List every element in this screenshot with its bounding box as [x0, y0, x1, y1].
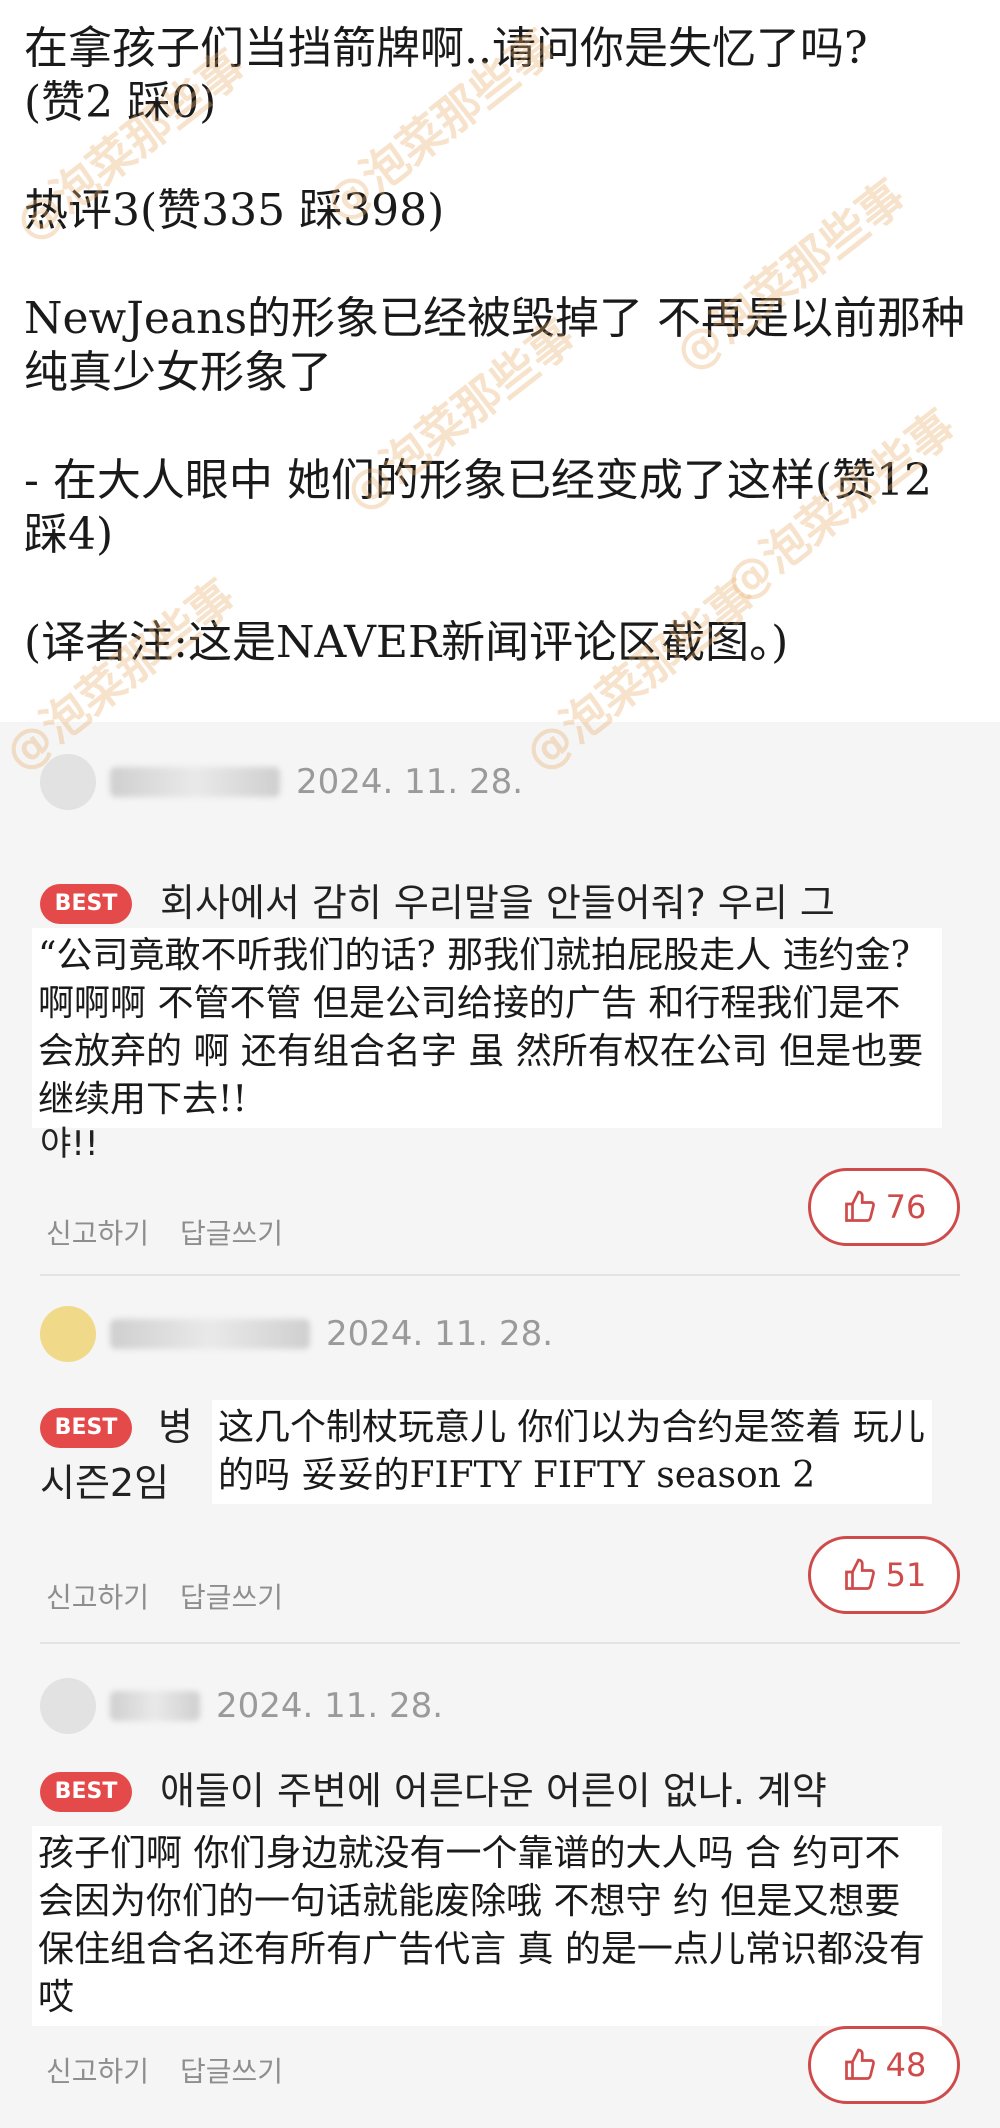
avatar-icon[interactable]: [40, 754, 96, 810]
avatar-icon[interactable]: [40, 1678, 96, 1734]
like-count: 51: [885, 1556, 927, 1594]
comment-korean-text: 시즌2임: [40, 1461, 170, 1505]
comment-date: 2024. 11. 28.: [216, 1686, 444, 1726]
avatar-icon[interactable]: [40, 1306, 96, 1362]
thumbs-up-icon: [844, 1558, 875, 1590]
thumbs-up-icon: [844, 1190, 875, 1222]
post-paragraph-3: NewJeans的形象已经被毁掉了 不再是以前那种纯真少女形象了: [24, 293, 966, 398]
comments-section: 2024. 11. 28. BEST 회사에서 감히 우리말을 안들어줘? 우리…: [0, 722, 1000, 2128]
post-paragraph-4: - 在大人眼中 她们的形象已经变成了这样(赞12 踩4): [24, 455, 946, 560]
like-button[interactable]: 51: [808, 1536, 960, 1614]
comment-actions: 신고하기 답글쓰기: [46, 1576, 305, 1616]
divider: [40, 1274, 960, 1276]
reply-button[interactable]: 답글쓰기: [180, 1581, 283, 1614]
comment-chinese-translation: “公司竟敢不听我们的话? 那我们就拍屁股走人 违约金? 啊啊啊 不管不管 但是公…: [32, 928, 942, 1128]
comment-korean-tail: 야!!: [40, 1124, 99, 1164]
divider: [40, 1642, 960, 1644]
username-blurred: [110, 1691, 200, 1721]
comment-korean-text: 병: [158, 1405, 193, 1449]
like-count: 76: [885, 1188, 927, 1226]
reply-button[interactable]: 답글쓰기: [180, 2055, 283, 2088]
post-line-2: (赞2 踩0): [24, 77, 217, 128]
thumbs-up-icon: [844, 2048, 875, 2080]
reply-button[interactable]: 답글쓰기: [180, 1217, 283, 1250]
comment-meta: 2024. 11. 28.: [40, 752, 523, 812]
like-count: 48: [885, 2046, 927, 2084]
comment-actions: 신고하기 답글쓰기: [46, 1212, 305, 1252]
report-button[interactable]: 신고하기: [46, 1217, 149, 1250]
report-button[interactable]: 신고하기: [46, 2055, 149, 2088]
post-line-1: 在拿孩子们当挡箭牌啊..请问你是失忆了吗?: [24, 23, 868, 74]
username-blurred: [110, 1319, 310, 1349]
comment-meta: 2024. 11. 28.: [40, 1676, 443, 1736]
best-badge: BEST: [40, 1408, 132, 1448]
hot-comment-3-stats: 热评3(赞335 踩398): [24, 185, 445, 236]
comment-actions: 신고하기 답글쓰기: [46, 2050, 305, 2090]
comment-chinese-translation: 这几个制杖玩意儿 你们以为合约是签着 玩儿的吗 妥妥的FIFTY FIFTY s…: [212, 1400, 932, 1504]
best-badge: BEST: [40, 1772, 132, 1812]
post-text-section: 在拿孩子们当挡箭牌啊..请问你是失忆了吗? (赞2 踩0) 热评3(赞335 踩…: [0, 0, 1000, 722]
report-button[interactable]: 신고하기: [46, 1581, 149, 1614]
like-button[interactable]: 48: [808, 2026, 960, 2104]
best-badge: BEST: [40, 884, 132, 924]
comment-meta: 2024. 11. 28.: [40, 1304, 553, 1364]
comment-date: 2024. 11. 28.: [326, 1314, 554, 1354]
comment-korean-text: 회사에서 감히 우리말을 안들어줘? 우리 그: [160, 881, 835, 925]
comment-date: 2024. 11. 28.: [296, 762, 524, 802]
like-button[interactable]: 76: [808, 1168, 960, 1246]
username-blurred: [110, 767, 280, 797]
translator-note: (译者注:这是NAVER新闻评论区截图。): [24, 617, 789, 668]
comment-korean-text: 애들이 주변에 어른다운 어른이 없나. 계약: [160, 1769, 827, 1813]
comment-chinese-translation: 孩子们啊 你们身边就没有一个靠谱的大人吗 合 约可不会因为你们的一句话就能废除哦…: [32, 1826, 942, 2026]
